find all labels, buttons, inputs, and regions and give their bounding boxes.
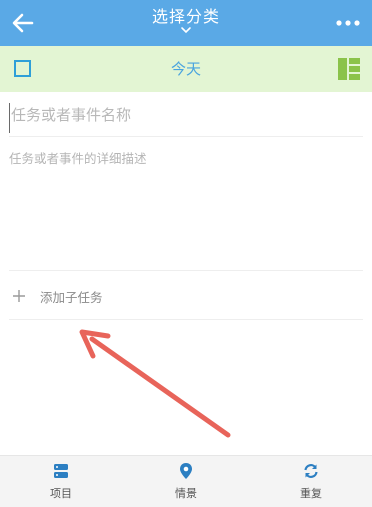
- page-title: 选择分类: [151, 7, 220, 26]
- add-subtask-button[interactable]: 添加子任务: [12, 284, 103, 308]
- bottom-tab-bar: 项目 情景 重复: [0, 455, 372, 507]
- grid-layout-icon: [338, 58, 360, 80]
- task-description-input[interactable]: 任务或者事件的详细描述: [9, 150, 363, 260]
- tab-repeat[interactable]: 重复: [271, 462, 351, 501]
- location-pin-icon: [180, 463, 192, 479]
- tab-label: 项目: [50, 487, 72, 500]
- category-selector[interactable]: 选择分类: [0, 6, 372, 34]
- server-icon: [54, 464, 68, 478]
- add-subtask-label: 添加子任务: [40, 289, 103, 305]
- more-button[interactable]: [334, 13, 362, 33]
- date-bar: 今天: [0, 46, 372, 92]
- divider: [9, 136, 363, 137]
- header-bar: 选择分类: [0, 0, 372, 46]
- date-label[interactable]: 今天: [0, 59, 372, 79]
- tab-label: 重复: [300, 487, 322, 500]
- divider: [9, 270, 363, 271]
- plus-icon: [13, 290, 25, 302]
- tab-project[interactable]: 项目: [21, 462, 101, 501]
- grid-layout-button[interactable]: [338, 58, 360, 80]
- more-dots-icon: [336, 20, 360, 26]
- refresh-icon: [304, 464, 318, 478]
- task-name-input[interactable]: 任务或者事件名称: [9, 103, 363, 133]
- divider: [9, 319, 363, 320]
- tab-context[interactable]: 情景: [146, 462, 226, 501]
- tab-label: 情景: [175, 487, 197, 500]
